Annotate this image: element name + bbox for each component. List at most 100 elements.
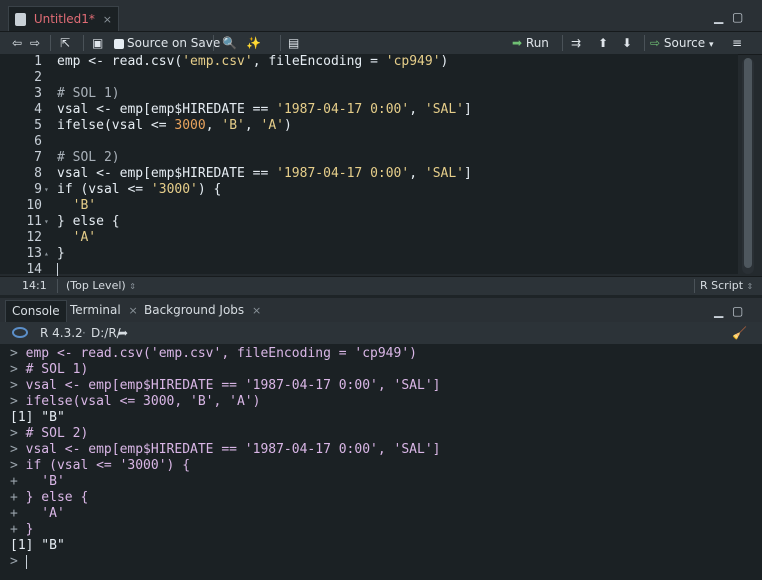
console-line: [1] "B" (10, 410, 65, 426)
tab-background-jobs[interactable]: Background Jobs × (138, 300, 267, 322)
forward-arrow-icon[interactable]: ⇨ (30, 34, 40, 52)
console-output[interactable]: > emp <- read.csv('emp.csv', fileEncodin… (0, 344, 762, 580)
console-line: > vsal <- emp[emp$HIREDATE == '1987-04-1… (10, 442, 440, 458)
status-divider (57, 279, 58, 293)
code-token: # SOL 1) (57, 86, 120, 101)
code-token: ) (440, 54, 449, 69)
console-input-text: # SOL 2) (25, 426, 89, 441)
rerun-icon[interactable]: ⇉ (571, 34, 581, 52)
console-input-text: } (25, 522, 34, 537)
minimize-console-icon[interactable]: ▁ (714, 304, 723, 318)
line-number: 3 (34, 86, 42, 101)
code-token: } else { (57, 214, 120, 229)
fold-toggle-icon[interactable]: ▾ (44, 182, 49, 198)
code-token: , (205, 118, 222, 133)
source-on-save-checkbox[interactable]: Source on Save (114, 34, 220, 52)
console-line: > ifelse(vsal <= 3000, 'B', 'A') (10, 394, 260, 410)
fold-toggle-icon[interactable]: ▴ (44, 246, 49, 262)
code-token: , fileEncoding = (252, 54, 386, 69)
code-token: # SOL 2) (57, 150, 120, 165)
console-input-text: 'A' (25, 506, 65, 521)
console-line: + 'B' (10, 474, 65, 490)
go-down-icon[interactable]: ⬇ (622, 34, 632, 52)
source-button[interactable]: ⇨ Source ▾ (650, 34, 713, 52)
code-token: ) { (197, 182, 222, 197)
console-cursor (25, 554, 27, 569)
tab-background-jobs-label: Background Jobs (144, 303, 245, 317)
code-editor[interactable]: 1 2 3 4 5 6 7 8 9 ▾ 10 11 ▾ 12 13 ▴ 14 emp <- read.csv('… (0, 54, 738, 277)
code-token: 'emp.csv' (182, 54, 253, 69)
back-arrow-icon[interactable]: ⇦ (12, 34, 22, 52)
code-token: ] (464, 166, 472, 181)
console-pane: Console Terminal × Background Jobs × ▁ ▢… (0, 298, 762, 580)
console-toolbar: R 4.3.2 · D:/R/ ➦ 🧹 (0, 322, 762, 344)
console-line: > # SOL 2) (10, 426, 88, 442)
maximize-pane-icon[interactable]: ▢ (732, 10, 743, 24)
console-prompt: + (10, 474, 26, 489)
line-number: 8 (34, 166, 42, 181)
go-up-icon[interactable]: ⬆ (598, 34, 608, 52)
code-token: 'A' (72, 230, 97, 245)
go-to-directory-icon[interactable]: ➦ (118, 322, 128, 344)
run-arrow-icon: ➡ (512, 36, 523, 50)
clear-console-icon[interactable]: 🧹 (732, 322, 747, 344)
code-tools-wand-icon[interactable]: ✨ (246, 34, 261, 52)
source-label: Source (663, 36, 706, 50)
compile-report-icon[interactable]: ▤ (288, 34, 299, 52)
console-input-text: 'B' (25, 474, 65, 489)
code-line: # SOL 2) (57, 150, 120, 166)
run-button[interactable]: ➡ Run (512, 34, 549, 52)
line-number: 1 (34, 54, 42, 69)
console-prompt: > (10, 554, 26, 569)
fold-toggle-icon[interactable]: ▾ (44, 214, 49, 230)
r-logo-icon (12, 327, 28, 338)
search-icon[interactable]: 🔍 (222, 34, 237, 52)
close-terminal-icon[interactable]: × (129, 304, 138, 317)
console-input-text: vsal <- emp[emp$HIREDATE == '1987-04-17 … (25, 378, 441, 393)
editor-status-bar: 14:1 (Top Level) ⇕ R Script ⇕ (0, 276, 762, 295)
code-token: ifelse(vsal <= (57, 118, 175, 133)
code-token: , (244, 118, 261, 133)
tab-console[interactable]: Console (5, 300, 67, 322)
console-prompt: > (10, 426, 26, 441)
console-prompt: + (10, 490, 26, 505)
console-output-text: [1] "B" (10, 538, 65, 553)
scope-selector[interactable]: (Top Level) ⇕ (66, 277, 136, 296)
save-icon[interactable]: ▣ (92, 34, 103, 52)
editor-toolbar: ⇦ ⇨ ⇱ ▣ Source on Save 🔍 ✨ ▤ ➡ Run ⇉ ⬆ ⬇… (0, 32, 762, 55)
editor-scrollbar-thumb[interactable] (744, 58, 752, 268)
outline-menu-icon[interactable]: ≡ (732, 34, 742, 52)
console-prompt: > (10, 378, 26, 393)
code-line: vsal <- emp[emp$HIREDATE == '1987-04-17 … (57, 102, 472, 118)
minimize-pane-icon[interactable]: ▁ (714, 10, 723, 24)
close-tab-icon[interactable]: × (103, 13, 112, 26)
code-token: vsal <- emp[emp$HIREDATE == (57, 102, 277, 117)
show-in-window-icon[interactable]: ⇱ (60, 34, 70, 52)
console-input-text: # SOL 1) (25, 362, 89, 377)
console-input-text: ifelse(vsal <= 3000, 'B', 'A') (25, 394, 261, 409)
tab-label: Untitled1* (33, 12, 95, 26)
line-number-gutter: 1 2 3 4 5 6 7 8 9 ▾ 10 11 ▾ 12 13 ▴ 14 (0, 54, 50, 277)
source-arrow-icon: ⇨ (650, 36, 661, 50)
console-line: + } else { (10, 490, 88, 506)
console-line: > emp <- read.csv('emp.csv', fileEncodin… (10, 346, 417, 362)
maximize-console-icon[interactable]: ▢ (732, 304, 743, 318)
path-separator: · (82, 326, 86, 340)
scope-dropdown-icon: ⇕ (129, 282, 136, 291)
editor-scrollbar[interactable] (742, 58, 754, 274)
console-tabbar: Console Terminal × Background Jobs × ▁ ▢ (0, 298, 762, 323)
filetype-selector[interactable]: R Script ⇕ (700, 277, 753, 296)
tab-untitled1[interactable]: Untitled1* × (8, 6, 119, 31)
r-version: R 4.3.2 (40, 326, 83, 340)
tab-terminal[interactable]: Terminal × (64, 300, 144, 322)
filetype-dropdown-icon: ⇕ (746, 282, 754, 291)
line-number: 10 (26, 198, 42, 213)
code-token: 'SAL' (424, 166, 465, 181)
line-number: 9 (34, 182, 42, 197)
console-line: > vsal <- emp[emp$HIREDATE == '1987-04-1… (10, 378, 440, 394)
source-dropdown-icon[interactable]: ▾ (709, 40, 714, 50)
close-background-jobs-icon[interactable]: × (252, 304, 261, 317)
scope-label: (Top Level) (66, 279, 126, 292)
console-prompt: > (10, 458, 26, 473)
